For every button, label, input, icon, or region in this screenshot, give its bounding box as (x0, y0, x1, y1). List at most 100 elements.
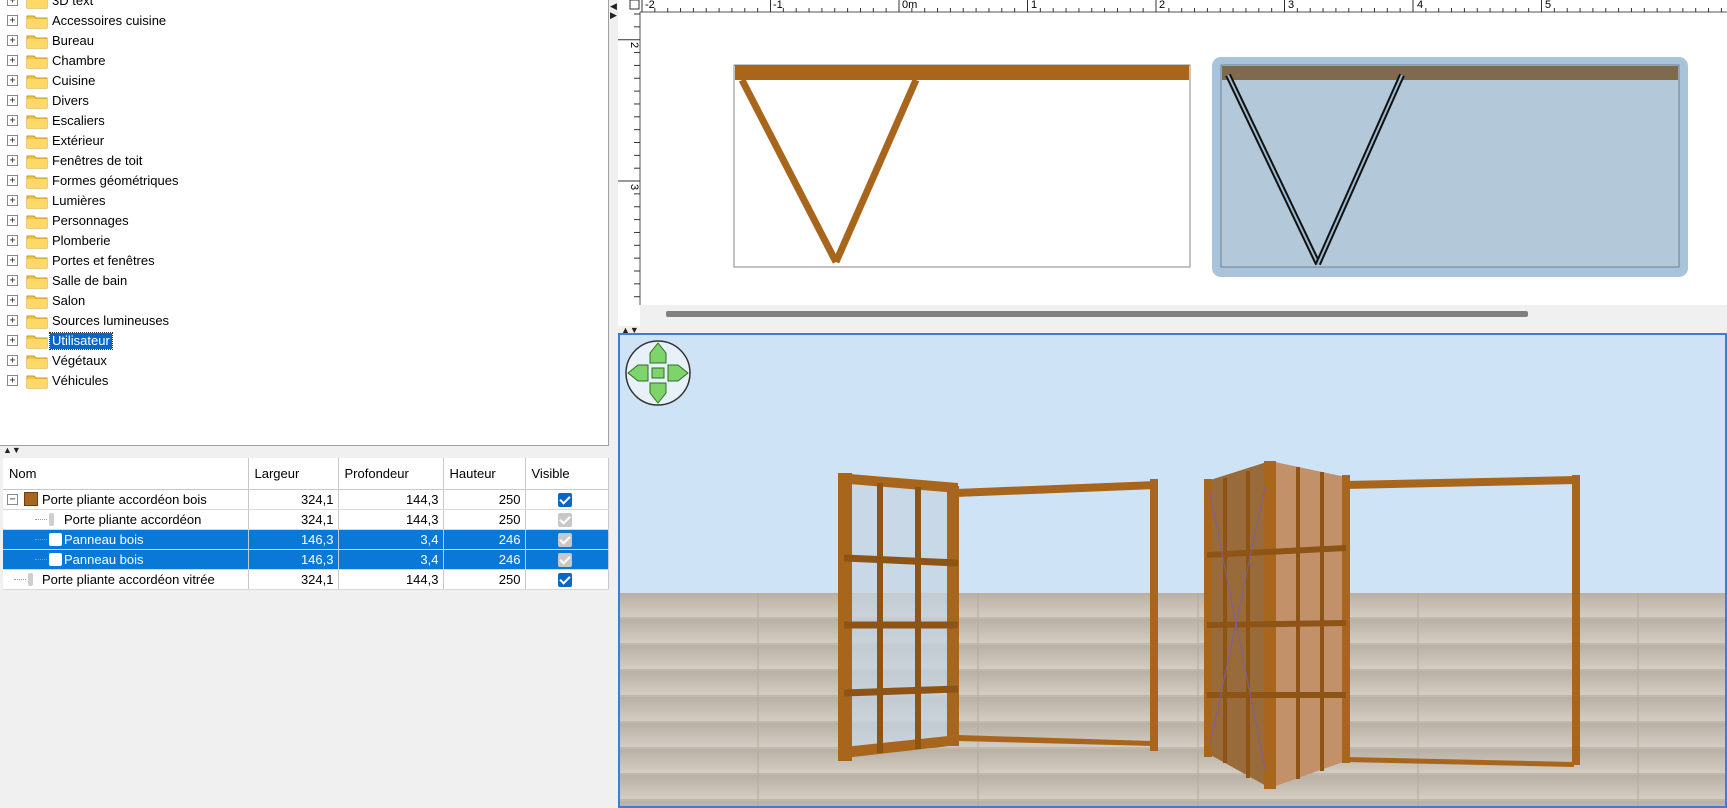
expand-icon[interactable]: + (7, 0, 18, 6)
expand-icon[interactable]: + (7, 335, 18, 346)
category-label: Véhicules (52, 373, 109, 388)
plan-canvas[interactable]: -2 -1 0m 1 2 3 4 5 2 3 (618, 0, 1727, 326)
category-label: Utilisateur (49, 332, 113, 350)
depth-cell[interactable]: 144,3 (338, 569, 444, 590)
category-label: Sources lumineuses (52, 313, 170, 328)
visible-checkbox[interactable] (557, 533, 572, 548)
furniture-name-cell[interactable]: Porte pliante accordéon (3, 509, 249, 530)
column-header[interactable]: Profondeur (338, 458, 444, 490)
catalog-category[interactable]: + Lumières (0, 191, 600, 211)
furniture-table[interactable]: Nom Largeur Profondeur Hauteur Visible − Port… (3, 458, 609, 590)
table-row[interactable]: Porte pliante accordéon 324,1 144,3 250 (3, 509, 609, 530)
folder-icon (26, 273, 48, 289)
catalog-category[interactable]: + Véhicules (0, 371, 600, 391)
height-cell[interactable]: 250 (443, 569, 526, 590)
depth-cell[interactable]: 3,4 (338, 549, 444, 570)
depth-cell[interactable]: 3,4 (338, 529, 444, 550)
category-label: Salle de bain (52, 273, 128, 288)
catalog-category[interactable]: + Utilisateur (0, 331, 600, 351)
expand-icon[interactable]: + (7, 235, 18, 246)
column-header[interactable]: Nom (3, 458, 249, 490)
ruler-corner-icon (629, 0, 640, 10)
catalog-category[interactable]: + Cuisine (0, 71, 600, 91)
visible-checkbox[interactable] (557, 553, 572, 568)
catalog-category[interactable]: + Accessoires cuisine (0, 11, 600, 31)
plan-scroll-thumb (666, 311, 1528, 317)
expand-icon[interactable]: + (7, 215, 18, 226)
catalog-category[interactable]: + Divers (0, 91, 600, 111)
width-cell[interactable]: 146,3 (248, 529, 339, 550)
catalog-category[interactable]: + Fenêtres de toit (0, 151, 600, 171)
furniture-name-cell[interactable]: Porte pliante accordéon vitrée (3, 569, 249, 590)
width-cell[interactable]: 324,1 (248, 489, 339, 510)
visible-checkbox[interactable] (557, 573, 572, 588)
expand-icon[interactable]: + (7, 15, 18, 26)
expand-icon[interactable]: + (7, 195, 18, 206)
catalog-category[interactable]: + Plomberie (0, 231, 600, 251)
catalog-category[interactable]: + Sources lumineuses (0, 311, 600, 331)
expand-icon[interactable]: + (7, 375, 18, 386)
ruler-label: 2 (628, 42, 640, 48)
visible-checkbox[interactable] (557, 513, 572, 528)
catalog-category[interactable]: + Escaliers (0, 111, 600, 131)
plan-view[interactable]: -2 -1 0m 1 2 3 4 5 2 3 (618, 0, 1727, 326)
expand-icon[interactable]: + (7, 35, 18, 46)
visible-checkbox[interactable] (557, 493, 572, 508)
visible-cell[interactable] (525, 529, 609, 550)
expand-icon[interactable]: + (7, 275, 18, 286)
expand-icon[interactable]: + (7, 115, 18, 126)
3d-view[interactable] (618, 333, 1727, 808)
expand-icon[interactable]: + (7, 155, 18, 166)
expand-icon[interactable]: + (7, 175, 18, 186)
table-row[interactable]: Panneau bois 146,3 3,4 246 (3, 549, 609, 570)
visible-cell[interactable] (525, 569, 609, 590)
expand-icon[interactable]: + (7, 315, 18, 326)
expand-icon[interactable]: + (7, 255, 18, 266)
catalog-category[interactable]: + Formes géométriques (0, 171, 600, 191)
furniture-catalog-tree[interactable]: +3D text + Accessoires cuisine + Bureau + Cham… (0, 0, 609, 446)
catalog-category[interactable]: + Extérieur (0, 131, 600, 151)
expand-icon[interactable]: + (7, 295, 18, 306)
catalog-category[interactable]: + Chambre (0, 51, 600, 71)
furniture-name-cell[interactable]: − Porte pliante accordéon bois (3, 489, 249, 510)
expand-icon[interactable]: + (7, 75, 18, 86)
column-header[interactable]: Hauteur (443, 458, 526, 490)
visible-cell[interactable] (525, 489, 609, 510)
expand-icon[interactable]: + (7, 355, 18, 366)
vertical-splitter[interactable]: ◀ ▶ (609, 0, 618, 808)
expand-icon[interactable]: + (7, 55, 18, 66)
catalog-category[interactable]: + Bureau (0, 31, 600, 51)
collapse-icon[interactable]: − (7, 494, 18, 505)
furniture-name-cell[interactable]: Panneau bois (3, 529, 249, 550)
catalog-category[interactable]: + Salon (0, 291, 600, 311)
column-header[interactable]: Visible (525, 458, 609, 490)
catalog-category[interactable]: + Salle de bain (0, 271, 600, 291)
column-header[interactable]: Largeur (248, 458, 339, 490)
tree-connector (14, 579, 26, 580)
height-cell[interactable]: 250 (443, 509, 526, 530)
category-label: Extérieur (52, 133, 105, 148)
width-cell[interactable]: 324,1 (248, 509, 339, 530)
height-cell[interactable]: 250 (443, 489, 526, 510)
width-cell[interactable]: 146,3 (248, 549, 339, 570)
table-row[interactable]: Porte pliante accordéon vitrée 324,1 144,3… (3, 569, 609, 590)
catalog-category[interactable]: + Végétaux (0, 351, 600, 371)
catalog-category[interactable]: + Personnages (0, 211, 600, 231)
height-cell[interactable]: 246 (443, 529, 526, 550)
expand-icon[interactable]: + (7, 135, 18, 146)
expand-icon[interactable]: + (7, 95, 18, 106)
width-cell[interactable]: 324,1 (248, 569, 339, 590)
table-row[interactable]: − Porte pliante accordéon bois 324,1 144,3 2… (3, 489, 609, 510)
folder-icon (26, 173, 48, 189)
furniture-name-cell[interactable]: Panneau bois (3, 549, 249, 570)
depth-cell[interactable]: 144,3 (338, 509, 444, 530)
visible-cell[interactable] (525, 549, 609, 570)
table-row[interactable]: Panneau bois 146,3 3,4 246 (3, 529, 609, 550)
catalog-category[interactable]: +3D text (0, 0, 600, 11)
depth-cell[interactable]: 144,3 (338, 489, 444, 510)
height-cell[interactable]: 246 (443, 549, 526, 570)
3d-canvas[interactable] (618, 333, 1727, 808)
catalog-category[interactable]: + Portes et fenêtres (0, 251, 600, 271)
visible-cell[interactable] (525, 509, 609, 530)
splitter-arrows-icon[interactable]: ◀ ▶ (610, 2, 617, 20)
